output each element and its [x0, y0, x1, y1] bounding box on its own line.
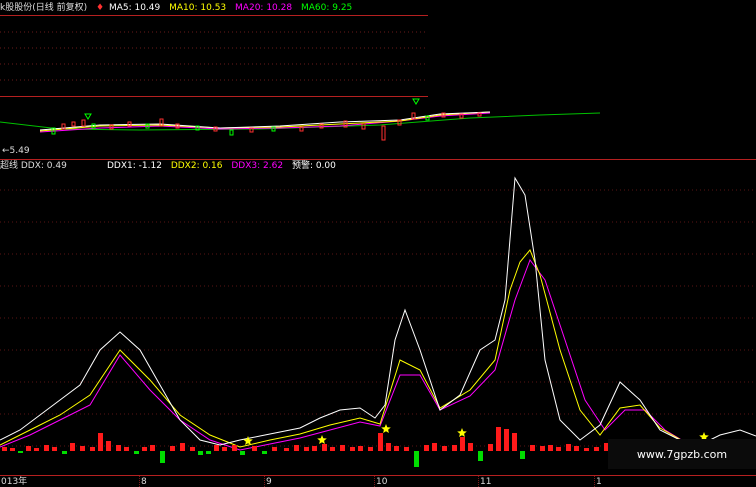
ddx-histogram-bar — [478, 451, 483, 461]
price-candle — [81, 119, 86, 127]
ddx-histogram-bar — [98, 433, 103, 451]
ddx-histogram-bar — [170, 446, 175, 451]
plot-surface — [0, 31, 756, 467]
ddx-histogram-bar — [180, 443, 185, 451]
ddx-histogram-bar — [350, 447, 355, 451]
ddx-histogram-bar — [44, 445, 49, 451]
ddx-histogram-bar — [294, 445, 299, 451]
ddx-histogram-bar — [424, 445, 429, 451]
ddx3-line — [0, 258, 756, 451]
ddx-histogram-bar — [106, 441, 111, 451]
star-icon — [457, 428, 467, 437]
ddx-histogram-bar — [330, 447, 335, 451]
ddx-histogram-bar — [432, 443, 437, 451]
ddx-histogram-bar — [442, 446, 447, 451]
ddx-histogram-bar — [116, 445, 121, 451]
price-candle — [229, 129, 234, 136]
ddx-histogram-bar — [90, 447, 95, 451]
ddx-histogram-bar — [252, 446, 257, 451]
ddx-histogram-bar — [70, 443, 75, 451]
ddx-histogram-bar — [414, 451, 419, 467]
ddx-histogram-bar — [142, 447, 147, 451]
stock-chart-window: k股股份(日线 前复权) ♦ MA5: 10.49 MA10: 10.53 MA… — [0, 0, 756, 487]
ddx-histogram-bar — [62, 451, 67, 454]
ddx-histogram-bar — [468, 443, 473, 451]
ddx-histogram-bar — [540, 446, 545, 451]
ddx-histogram-bar — [394, 446, 399, 451]
ddx-histogram-bar — [232, 445, 237, 451]
ddx-histogram-bar — [504, 429, 509, 451]
ddx-histogram-bar — [222, 447, 227, 451]
xaxis-label-sep: 9 — [266, 477, 272, 487]
ddx-histogram-bar — [18, 451, 23, 453]
ddx-histogram-bar — [566, 444, 571, 451]
ddx-histogram-bar — [548, 445, 553, 451]
price-candle — [361, 123, 366, 130]
ddx-histogram-bar — [206, 451, 211, 454]
ddx-histogram-bar — [452, 445, 457, 451]
price-candle — [477, 112, 482, 117]
ddx2-line — [0, 249, 756, 448]
xaxis-label-dec: 1 — [596, 477, 602, 487]
ddx-histogram-bar — [10, 448, 15, 451]
ddx-histogram-bar — [214, 445, 219, 451]
ddx-histogram-bar — [358, 446, 363, 451]
xaxis-label-aug: 8 — [141, 477, 147, 487]
ddx-histogram-bar — [262, 451, 267, 454]
ddx-histogram-bar — [312, 446, 317, 451]
ddx-histogram-bar — [386, 443, 391, 451]
ddx-histogram-bar — [496, 427, 501, 451]
ddx-histogram-bar — [198, 451, 203, 455]
ddx-histogram-bar — [240, 451, 245, 455]
arrow-down-icon — [412, 98, 420, 105]
ddx-histogram-bar — [124, 447, 129, 451]
xaxis-label-nov: 11 — [480, 477, 492, 487]
ddx-histogram-bar — [404, 447, 409, 451]
ddx-histogram-bar — [80, 446, 85, 451]
xaxis-label-year: 013年 — [1, 477, 28, 487]
ddx-histogram-bar — [594, 447, 599, 451]
ddx-histogram-bar — [34, 448, 39, 451]
ddx1-line — [0, 176, 756, 446]
ddx-histogram-bar — [488, 444, 493, 451]
star-icon — [317, 435, 327, 444]
price-candle — [71, 121, 76, 127]
ddx-histogram-bar — [368, 447, 373, 451]
ddx-histogram-bar — [284, 448, 289, 451]
ddx-histogram-bar — [340, 445, 345, 451]
ddx-histogram-bar — [190, 447, 195, 451]
ddx-histogram-bar — [150, 445, 155, 451]
price-candle — [381, 125, 386, 141]
ddx-histogram-bar — [520, 451, 525, 459]
watermark: www.7gpzb.com — [608, 439, 756, 469]
ddx-histogram-bar — [322, 444, 327, 451]
ddx-histogram-bar — [160, 451, 165, 463]
ddx-histogram-bar — [272, 447, 277, 451]
ddx-histogram-bar — [512, 433, 517, 451]
ddx-histogram-bar — [584, 448, 589, 451]
ddx-histogram-bar — [134, 451, 139, 454]
xaxis-label-oct: 10 — [376, 477, 388, 487]
ddx-histogram-bar — [530, 445, 535, 451]
star-icon — [381, 424, 391, 433]
ddx-histogram-bar — [2, 447, 7, 451]
ddx-histogram-bar — [52, 447, 57, 451]
ddx-histogram-bar — [556, 447, 561, 451]
ddx-histogram-bar — [460, 437, 465, 451]
ddx-histogram-bar — [574, 446, 579, 451]
ddx-histogram-bar — [378, 433, 383, 451]
ddx-histogram-bar — [304, 447, 309, 451]
ddx-histogram-bar — [26, 446, 31, 451]
arrow-down-icon — [84, 113, 92, 120]
